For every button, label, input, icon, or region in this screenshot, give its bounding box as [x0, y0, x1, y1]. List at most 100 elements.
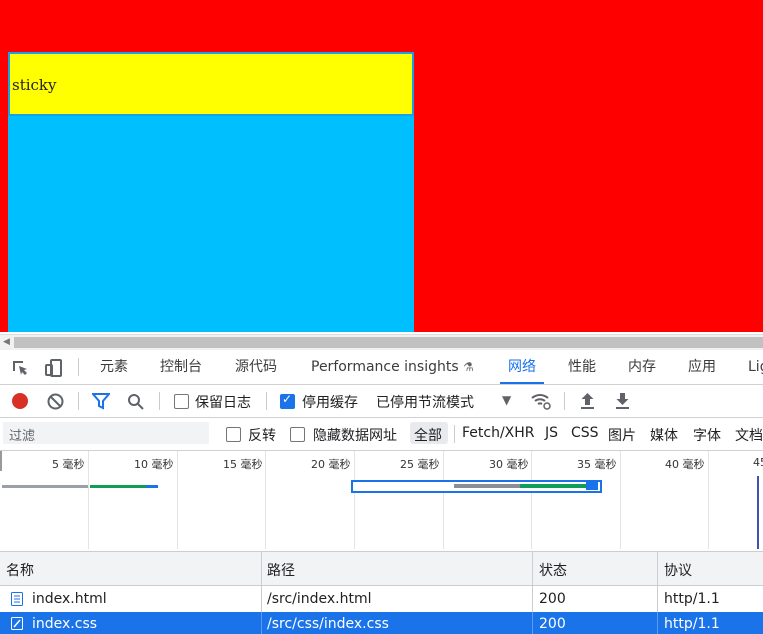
table-row[interactable]: index.html /src/index.html 200 http/1.1 — [0, 586, 763, 612]
request-bar-html-end — [146, 485, 158, 488]
record-icon[interactable] — [12, 393, 28, 409]
column-divider[interactable] — [657, 552, 658, 585]
request-table-header: 名称 路径 状态 协议 — [0, 552, 763, 586]
request-bar-css-waiting — [454, 484, 520, 488]
sticky-element: sticky — [8, 52, 414, 116]
row-path: /src/css/index.css — [267, 616, 389, 632]
throttle-select[interactable]: 已停用节流模式 — [376, 392, 474, 412]
tab-network[interactable]: 网络 — [500, 350, 544, 384]
filter-type-doc[interactable]: 文档 — [735, 425, 763, 445]
request-bar-html-download — [90, 485, 146, 488]
dropdown-arrow-icon[interactable]: ▼ — [502, 393, 511, 407]
tick-label: 10 毫秒 — [134, 458, 174, 471]
preserve-log-label: 保留日志 — [195, 395, 251, 411]
document-file-icon — [11, 592, 23, 606]
timeline-left-handle[interactable] — [0, 451, 2, 471]
network-overview[interactable]: 5 毫秒 10 毫秒 15 毫秒 20 毫秒 25 毫秒 30 毫秒 35 毫秒… — [0, 451, 763, 552]
device-toolbar-icon[interactable] — [44, 358, 64, 378]
tab-memory[interactable]: 内存 — [628, 350, 656, 384]
tick-line — [177, 451, 178, 549]
tab-console[interactable]: 控制台 — [160, 350, 202, 384]
table-row-selected[interactable]: index.css /src/css/index.css 200 http/1.… — [0, 612, 763, 634]
tick-line — [531, 451, 532, 549]
column-divider[interactable] — [261, 552, 262, 585]
divider — [454, 425, 455, 443]
scrollbar-thumb[interactable] — [14, 337, 763, 348]
filter-type-js[interactable]: JS — [545, 425, 558, 441]
filter-type-css[interactable]: CSS — [571, 425, 599, 441]
tab-performance-insights[interactable]: Performance insights ⚗ — [311, 350, 474, 384]
export-har-icon[interactable] — [615, 392, 630, 410]
row-name: index.html — [32, 591, 107, 607]
tab-sources[interactable]: 源代码 — [235, 350, 277, 384]
preserve-log-checkbox[interactable] — [174, 394, 189, 409]
column-divider — [261, 612, 262, 634]
filter-placeholder: 过滤 — [9, 429, 36, 444]
tick-line — [88, 451, 89, 549]
tab-elements[interactable]: 元素 — [100, 350, 128, 384]
divider — [78, 392, 79, 410]
search-icon[interactable] — [127, 393, 145, 411]
hide-data-urls-label: 隐藏数据网址 — [313, 428, 397, 444]
tick-line — [620, 451, 621, 549]
tick-label: 30 毫秒 — [489, 458, 529, 471]
network-conditions-icon[interactable] — [530, 391, 552, 411]
tick-label: 25 毫秒 — [400, 458, 440, 471]
divider — [266, 392, 267, 410]
column-divider[interactable] — [532, 552, 533, 585]
column-divider — [532, 612, 533, 634]
disable-cache-checkbox[interactable] — [280, 392, 295, 409]
stylesheet-file-icon — [11, 617, 23, 630]
tab-lighthouse[interactable]: Lig — [748, 350, 763, 384]
tick-line — [708, 451, 709, 549]
tick-line — [265, 451, 266, 549]
column-status[interactable]: 状态 — [539, 560, 567, 580]
import-har-icon[interactable] — [580, 392, 595, 410]
flask-icon: ⚗ — [463, 360, 474, 374]
filter-input[interactable]: 过滤 — [3, 422, 209, 444]
filter-type-all[interactable]: 全部 — [414, 425, 442, 445]
row-protocol: http/1.1 — [664, 616, 720, 632]
tick-label: 40 毫秒 — [665, 458, 705, 471]
devtools-tabbar: 元素 控制台 源代码 Performance insights ⚗ 网络 性能 … — [0, 350, 763, 385]
network-toolbar: 保留日志 停用缓存 已停用节流模式 ▼ — [0, 385, 763, 418]
tick-label: 45 — [753, 456, 763, 469]
filter-type-media[interactable]: 媒体 — [650, 425, 678, 445]
invert-checkbox[interactable] — [226, 427, 241, 442]
column-divider — [657, 586, 658, 612]
column-path[interactable]: 路径 — [267, 560, 295, 580]
tick-line — [354, 451, 355, 549]
filter-type-font[interactable]: 字体 — [693, 425, 721, 445]
horizontal-scrollbar[interactable]: ◀ — [0, 334, 763, 350]
filter-icon[interactable] — [92, 393, 110, 410]
filter-type-img[interactable]: 图片 — [608, 425, 636, 445]
tick-line — [443, 451, 444, 549]
column-divider — [261, 586, 262, 612]
request-bar-css-download — [520, 484, 586, 488]
row-protocol: http/1.1 — [664, 591, 720, 607]
network-filterbar: 过滤 反转 隐藏数据网址 全部 Fetch/XHR JS CSS 图片 媒体 字… — [0, 418, 763, 451]
page-viewport: sticky — [0, 0, 763, 332]
scroll-left-icon[interactable]: ◀ — [3, 337, 10, 347]
divider — [78, 358, 79, 376]
tab-label: Performance insights — [311, 359, 459, 375]
invert-label: 反转 — [248, 428, 276, 444]
column-protocol[interactable]: 协议 — [664, 560, 692, 580]
inspect-element-icon[interactable] — [11, 359, 29, 377]
load-event-marker — [757, 476, 759, 549]
tick-label: 5 毫秒 — [52, 458, 85, 471]
sticky-text: sticky — [12, 76, 57, 94]
row-status: 200 — [539, 616, 566, 632]
column-name[interactable]: 名称 — [6, 560, 34, 580]
divider — [159, 392, 160, 410]
row-status: 200 — [539, 591, 566, 607]
hide-data-urls-checkbox[interactable] — [290, 427, 305, 442]
filter-type-fetch-xhr[interactable]: Fetch/XHR — [462, 425, 535, 441]
request-bar-css-end — [586, 482, 598, 490]
clear-icon[interactable] — [47, 393, 64, 410]
tab-performance[interactable]: 性能 — [568, 350, 596, 384]
tab-application[interactable]: 应用 — [688, 350, 716, 384]
tick-label: 35 毫秒 — [577, 458, 617, 471]
row-name: index.css — [32, 616, 98, 632]
row-path: /src/index.html — [267, 591, 372, 607]
